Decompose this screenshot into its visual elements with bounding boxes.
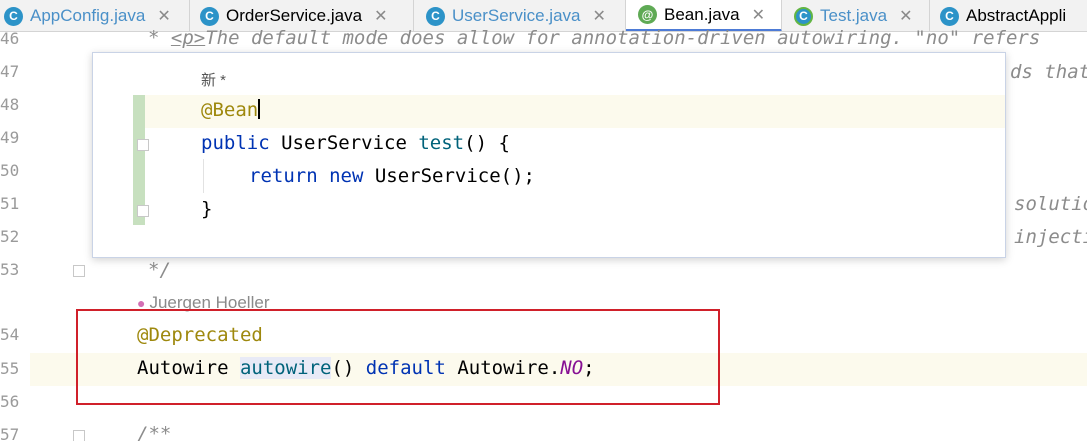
diff-preview-popup[interactable]: 新 * @Bean public UserService test() { re… [92,52,1006,258]
fold-marker-icon[interactable] [137,205,149,217]
tab-label: Bean.java [664,4,740,24]
close-icon[interactable]: ✕ [593,6,606,26]
tab-label: Test.java [820,6,888,25]
popup-code-line-2: public UserService test() { [201,132,510,154]
code-line-47-tail: ds that [1010,61,1087,83]
highlight-annotation-box [76,309,720,405]
tab-label: AbstractAppli [966,6,1067,25]
line-number: 53 [0,260,20,279]
code-line-52-tail: injecti [1014,226,1087,248]
line-number: 52 [0,227,20,246]
popup-code-line-3: return new UserService(); [249,165,535,187]
tab-label: OrderService.java [226,6,363,25]
line-number: 55 [0,359,20,378]
close-icon[interactable]: ✕ [752,5,765,25]
line-number: 50 [0,161,20,180]
line-number: 56 [0,392,20,411]
popup-title: 新 * [201,72,227,89]
line-number-gutter: 46 47 48 49 50 51 52 53 54 55 56 57 [0,29,30,441]
line-number: 46 [0,29,20,48]
class-icon: C [426,6,445,26]
indent-guide [203,159,204,193]
code-line-57: /** [137,423,172,441]
close-icon[interactable]: ✕ [899,6,912,26]
popup-code-line-1: @Bean [201,99,261,121]
code-line-46: * <p>The default mode does allow for ann… [148,27,1041,49]
fold-marker-icon[interactable] [73,265,85,277]
tab-label: UserService.java [452,6,581,25]
code-line-53: */ [148,259,171,281]
close-icon[interactable]: ✕ [374,6,387,26]
popup-current-line [145,95,1005,128]
line-number: 54 [0,325,20,344]
class-icon: C [200,6,219,26]
line-number: 47 [0,62,20,81]
close-icon[interactable]: ✕ [157,6,170,26]
line-number: 51 [0,194,20,213]
class-icon: C [4,6,23,26]
fold-marker-icon[interactable] [73,430,85,441]
line-number: 57 [0,425,20,441]
code-line-51-tail: solution [1014,193,1087,215]
tab-label: AppConfig.java [30,6,146,25]
line-number: 48 [0,95,20,114]
popup-code-line-4: } [201,198,213,220]
annotation-icon: @ [638,5,657,24]
class-icon: C [940,6,959,26]
class-icon: C [794,6,813,26]
text-caret [258,99,261,119]
fold-marker-icon[interactable] [137,139,149,151]
line-number: 49 [0,128,20,147]
